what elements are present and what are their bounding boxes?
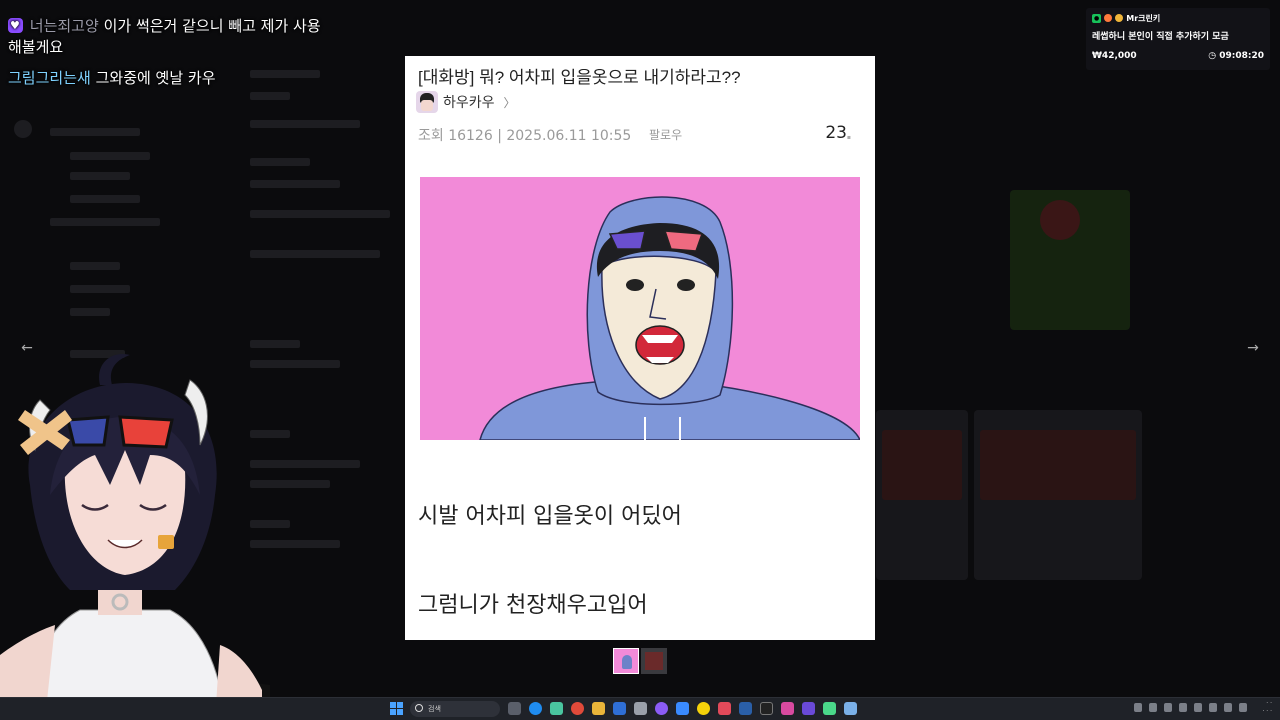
store-icon[interactable] bbox=[613, 702, 626, 715]
chat-message: 그림그리는새 그와중에 옛날 카우 bbox=[8, 68, 328, 89]
taskbar-apps bbox=[508, 702, 857, 715]
donation-time-wrap: ◷ 09:08:20 bbox=[1208, 51, 1264, 61]
chevron-right-icon: 〉 bbox=[503, 95, 516, 110]
coin-icon bbox=[1115, 14, 1124, 22]
thumbnail[interactable] bbox=[641, 648, 667, 674]
taskbar-search-placeholder: 검색 bbox=[428, 705, 441, 713]
post-author[interactable]: 하우카우 〉 bbox=[416, 91, 516, 113]
comment-icon: ▪ bbox=[846, 134, 851, 141]
thumbnail-active[interactable] bbox=[613, 648, 639, 674]
app-icon[interactable] bbox=[823, 702, 836, 715]
donation-time: 09:08:20 bbox=[1219, 51, 1264, 61]
obs-icon[interactable] bbox=[760, 702, 773, 715]
taskbar-search[interactable]: 검색 bbox=[410, 701, 500, 717]
chat-nickname: 너는죄고양 bbox=[29, 17, 99, 35]
chat-text: 그와중에 옛날 카우 bbox=[95, 69, 216, 87]
app-icon[interactable] bbox=[802, 702, 815, 715]
app-icon[interactable] bbox=[550, 702, 563, 715]
tray-app-icon[interactable] bbox=[1164, 703, 1172, 712]
chat-message: 너는죄고양 이가 썩은거 같으니 빼고 제가 사용해볼게요 bbox=[8, 15, 328, 58]
app-icon[interactable] bbox=[676, 702, 689, 715]
background-content bbox=[876, 120, 1256, 600]
tray-chevron-icon[interactable] bbox=[1134, 703, 1142, 712]
keyboard-language-icon[interactable] bbox=[1194, 703, 1202, 712]
post-body-line: 그럼니가 천장채우고입어 bbox=[418, 593, 648, 618]
steam-icon[interactable] bbox=[739, 702, 752, 715]
taskbar-clock[interactable]: · · · · · bbox=[1238, 700, 1272, 716]
app-icon[interactable] bbox=[844, 702, 857, 715]
tray-app-icon[interactable] bbox=[1179, 703, 1187, 712]
search-icon bbox=[415, 704, 423, 712]
taskbar: 검색 · · · · · bbox=[0, 697, 1280, 720]
app-icon[interactable] bbox=[634, 702, 647, 715]
author-avatar bbox=[416, 91, 438, 113]
author-name: 하우카우 bbox=[443, 95, 495, 111]
windows-start-icon[interactable] bbox=[390, 702, 403, 715]
gallery-thumbnails bbox=[613, 648, 667, 674]
donation-amount: ₩42,000 bbox=[1092, 51, 1137, 61]
post-title: [대화방] 뭐? 어차피 입을옷으로 내기하라고?? bbox=[418, 68, 741, 87]
task-view-icon[interactable] bbox=[508, 702, 521, 715]
volume-icon[interactable] bbox=[1224, 703, 1232, 712]
fire-icon bbox=[1104, 14, 1113, 22]
discord-icon[interactable] bbox=[655, 702, 668, 715]
tray-app-icon[interactable] bbox=[1149, 703, 1157, 712]
heart-badge-icon bbox=[8, 15, 23, 36]
post-image bbox=[420, 177, 860, 440]
chat-nickname: 그림그리는새 bbox=[8, 69, 91, 87]
vtuber-illustration bbox=[0, 354, 270, 720]
donor-name: Mr크린키 bbox=[1126, 13, 1161, 23]
app-icon[interactable] bbox=[718, 702, 731, 715]
system-tray bbox=[1134, 703, 1247, 712]
donation-message: 레썹하니 본인이 직접 추가하기 모금 bbox=[1092, 32, 1229, 42]
hooded-man-illustration bbox=[420, 177, 860, 440]
kakaotalk-icon[interactable] bbox=[697, 702, 710, 715]
donation-tag: ● bbox=[1092, 13, 1102, 23]
chrome-icon[interactable] bbox=[571, 702, 584, 715]
follow-button[interactable]: 팔로우 bbox=[649, 126, 682, 143]
app-icon[interactable] bbox=[781, 702, 794, 715]
vtuber-avatar bbox=[0, 345, 270, 720]
comment-count[interactable]: 23 bbox=[825, 123, 847, 143]
wifi-icon[interactable] bbox=[1209, 703, 1217, 712]
post-viewer-card: [대화방] 뭐? 어차피 입을옷으로 내기하라고?? 하우카우 〉 조회 161… bbox=[405, 56, 875, 640]
post-meta: 조회 16126 | 2025.06.11 10:55 bbox=[418, 128, 632, 144]
donation-widget: ● Mr크린키 레썹하니 본인이 직접 추가하기 모금 ₩42,000 ◷ 09… bbox=[1086, 8, 1270, 70]
edge-icon[interactable] bbox=[529, 702, 542, 715]
folder-icon[interactable] bbox=[592, 702, 605, 715]
arrow-right-icon[interactable]: → bbox=[1242, 337, 1264, 359]
stream-chat: 너는죄고양 이가 썩은거 같으니 빼고 제가 사용해볼게요 그림그리는새 그와중… bbox=[8, 15, 328, 99]
post-body-line: 시발 어차피 입을옷이 어딨어 bbox=[418, 504, 682, 529]
